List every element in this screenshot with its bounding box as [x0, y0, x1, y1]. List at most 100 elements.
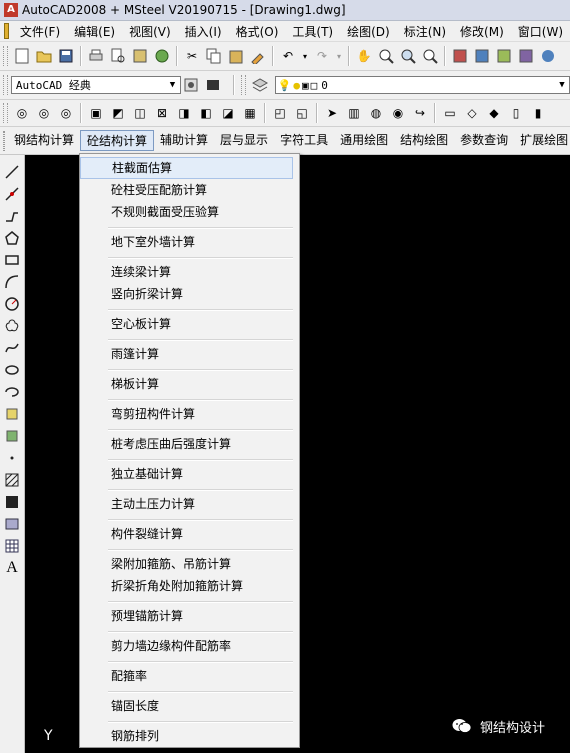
render-pointer-icon[interactable]: ➤ [323, 104, 341, 122]
lightbulb-icon[interactable]: 💡 [278, 79, 292, 92]
menu-dimension[interactable]: 标注(N) [397, 23, 453, 40]
design-center-icon[interactable] [473, 47, 491, 65]
my-workspace-icon[interactable] [204, 76, 221, 94]
arc-icon[interactable] [3, 273, 21, 291]
undo-dropdown-icon[interactable]: ▾ [301, 47, 309, 65]
insert-block-icon[interactable] [3, 405, 21, 423]
toolbar-grip[interactable] [3, 103, 8, 123]
workspace-combo[interactable]: AutoCAD 经典 ▼ [10, 76, 181, 94]
toolbar-grip[interactable] [3, 130, 5, 151]
menu-item-vertical-folded-beam[interactable]: 竖向折梁计算 [80, 283, 293, 305]
menu-view[interactable]: 视图(V) [122, 23, 178, 40]
delete-face-icon[interactable]: ⊠ [153, 104, 171, 122]
extrude-icon[interactable]: ◨ [175, 104, 193, 122]
pan-icon[interactable]: ✋ [355, 47, 373, 65]
zoom-previous-icon[interactable] [421, 47, 439, 65]
menu-insert[interactable]: 插入(I) [178, 23, 229, 40]
layer-manager-icon[interactable] [251, 76, 268, 94]
tab-structure-drawing[interactable]: 结构绘图 [394, 130, 454, 151]
match-properties-icon[interactable] [249, 47, 267, 65]
surface-icon[interactable]: ◱ [293, 104, 311, 122]
copy-icon[interactable] [205, 47, 223, 65]
tab-steel-calc[interactable]: 钢结构计算 [8, 130, 80, 151]
cut-icon[interactable]: ✂ [183, 47, 201, 65]
tab-text-tools[interactable]: 字符工具 [274, 130, 334, 151]
lock-icon[interactable]: ▣ [302, 79, 309, 92]
menu-item-crack-calculation[interactable]: 构件裂缝计算 [80, 523, 293, 545]
menu-item-column-section-estimate[interactable]: 柱截面估算 [80, 157, 293, 179]
menu-item-folded-beam-corner-stirrups[interactable]: 折梁折角处附加箍筋计算 [80, 575, 293, 597]
redo-icon[interactable]: ↷ [313, 47, 331, 65]
chevron-down-icon[interactable]: ▼ [166, 80, 180, 90]
rotate-3d-icon[interactable]: ◧ [197, 104, 215, 122]
ellipse-arc-icon[interactable] [3, 383, 21, 401]
menu-draw[interactable]: 绘图(D) [340, 23, 397, 40]
menu-file[interactable]: 文件(F) [13, 23, 67, 40]
document-icon[interactable] [4, 23, 9, 39]
menu-format[interactable]: 格式(O) [229, 23, 286, 40]
zoom-window-icon[interactable] [399, 47, 417, 65]
plot-preview-icon[interactable] [109, 47, 127, 65]
menu-tools[interactable]: 工具(T) [285, 23, 340, 40]
toolbar-grip[interactable] [241, 75, 247, 95]
menu-item-canopy[interactable]: 雨篷计算 [80, 343, 293, 365]
plot-icon[interactable] [87, 47, 105, 65]
chevron-down-icon[interactable]: ▼ [555, 80, 569, 90]
solid-edit-icon[interactable]: ▦ [241, 104, 259, 122]
tab-extended-drawing[interactable]: 扩展绘图 [514, 130, 570, 151]
toolbar-grip[interactable] [3, 75, 8, 95]
multiline-text-icon[interactable]: A [3, 559, 21, 577]
publish-icon[interactable] [131, 47, 149, 65]
materials-icon[interactable]: ▥ [345, 104, 363, 122]
open-file-icon[interactable] [35, 47, 53, 65]
cube-icon[interactable]: ◫ [131, 104, 149, 122]
menu-item-stirrup-ratio[interactable]: 配箍率 [80, 665, 293, 687]
paste-icon[interactable] [227, 47, 245, 65]
point-icon[interactable] [3, 449, 21, 467]
menu-item-isolated-footing[interactable]: 独立基础计算 [80, 463, 293, 485]
redo-dropdown-icon[interactable]: ▾ [335, 47, 343, 65]
view-front-icon[interactable]: ▭ [441, 104, 459, 122]
sheet-set-icon[interactable] [517, 47, 535, 65]
ellipse-icon[interactable] [3, 361, 21, 379]
menu-item-continuous-beam[interactable]: 连续梁计算 [80, 261, 293, 283]
menu-item-stair-slab[interactable]: 梯板计算 [80, 373, 293, 395]
undo-icon[interactable]: ↶ [279, 47, 297, 65]
camera-icon[interactable]: ◉ [389, 104, 407, 122]
menu-item-basement-wall[interactable]: 地下室外墙计算 [80, 231, 293, 253]
ucs-circle-icon[interactable]: ◎ [35, 104, 53, 122]
line-icon[interactable] [3, 163, 21, 181]
tab-parameter-query[interactable]: 参数查询 [454, 130, 514, 151]
tab-auxiliary-calc[interactable]: 辅助计算 [154, 130, 214, 151]
properties-icon[interactable] [451, 47, 469, 65]
zoom-realtime-icon[interactable] [377, 47, 395, 65]
help-icon[interactable] [539, 47, 557, 65]
region-icon[interactable] [3, 515, 21, 533]
sun-icon[interactable]: ● [293, 79, 300, 92]
menu-item-bending-shear-torsion[interactable]: 弯剪扭构件计算 [80, 403, 293, 425]
lights-icon[interactable]: ◍ [367, 104, 385, 122]
menu-window[interactable]: 窗口(W) [511, 23, 570, 40]
box-icon[interactable]: ▣ [87, 104, 105, 122]
circle-icon[interactable] [3, 295, 21, 313]
gradient-icon[interactable] [3, 493, 21, 511]
polyline-icon[interactable] [3, 207, 21, 225]
walkthrough-icon[interactable]: ↪ [411, 104, 429, 122]
save-icon[interactable] [57, 47, 75, 65]
autocad-app-icon[interactable]: A [4, 3, 18, 17]
tool-palettes-icon[interactable] [495, 47, 513, 65]
tab-general-drawing[interactable]: 通用绘图 [334, 130, 394, 151]
hatch-icon[interactable] [3, 471, 21, 489]
workspace-settings-icon[interactable] [183, 76, 200, 94]
menu-item-shear-wall-boundary-ratio[interactable]: 剪力墙边缘构件配筋率 [80, 635, 293, 657]
menu-edit[interactable]: 编辑(E) [67, 23, 122, 40]
menu-item-additional-stirrups-hangers[interactable]: 梁附加箍筋、吊筋计算 [80, 553, 293, 575]
view-left-icon[interactable]: ▯ [507, 104, 525, 122]
construction-line-icon[interactable] [3, 185, 21, 203]
rectangle-icon[interactable] [3, 251, 21, 269]
revision-cloud-icon[interactable] [3, 317, 21, 335]
polygon-icon[interactable] [3, 229, 21, 247]
wedge-icon[interactable]: ◩ [109, 104, 127, 122]
toolbar-grip[interactable] [3, 46, 8, 66]
table-icon[interactable] [3, 537, 21, 555]
